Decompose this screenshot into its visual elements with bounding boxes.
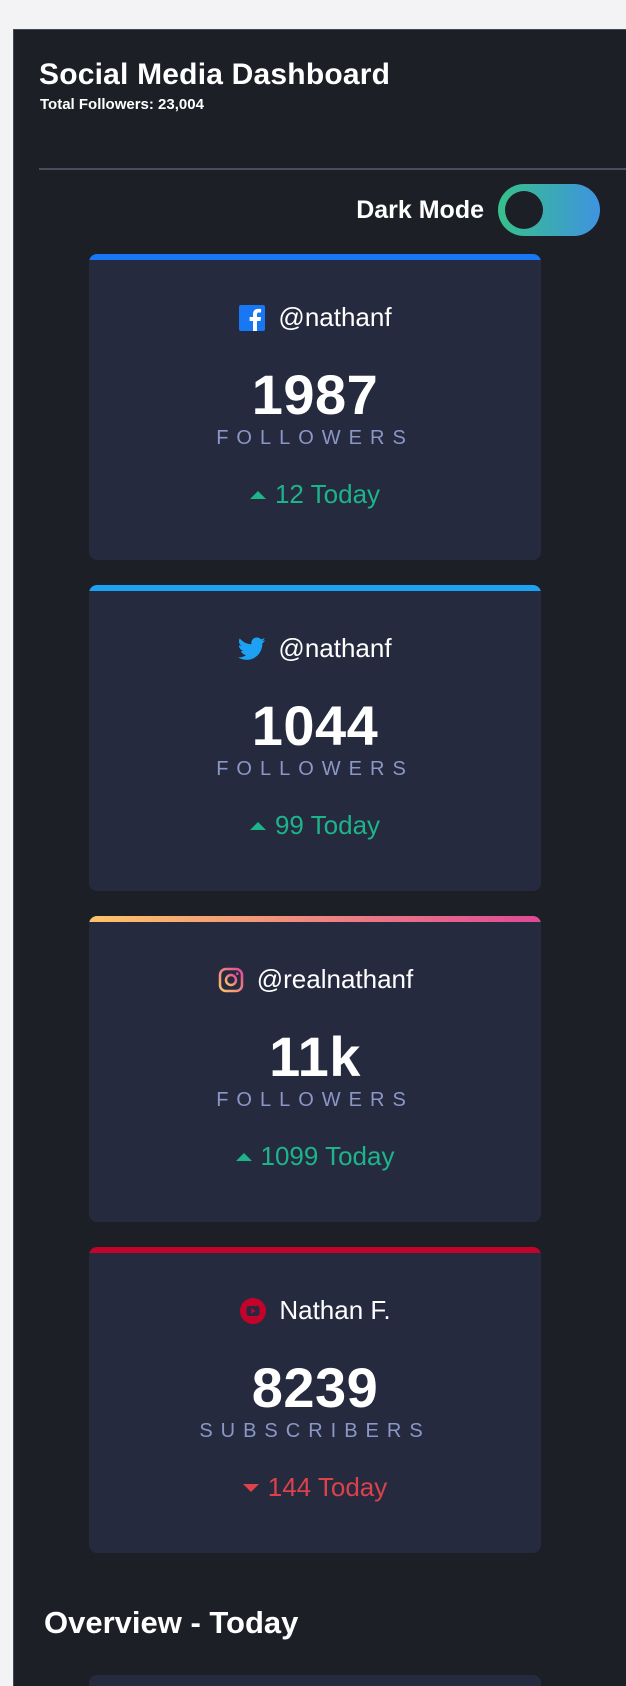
card-count: 8239 xyxy=(251,1356,379,1419)
dark-mode-toggle-row: Dark Mode xyxy=(356,184,600,236)
arrow-up-icon xyxy=(249,490,266,499)
card-count: 11k xyxy=(269,1025,361,1088)
card-unit: FOLLOWERS xyxy=(216,758,414,780)
card-unit: FOLLOWERS xyxy=(216,427,414,449)
card-unit: FOLLOWERS xyxy=(216,1089,414,1111)
card-accent-bar xyxy=(89,1247,541,1253)
card-handle-text: Nathan F. xyxy=(279,1295,391,1325)
facebook-icon xyxy=(238,304,266,332)
overview-card[interactable] xyxy=(89,1675,541,1686)
card-unit: SUBSCRIBERS xyxy=(199,1420,431,1442)
youtube-icon xyxy=(239,1297,267,1325)
header-divider xyxy=(39,168,626,170)
card-youtube[interactable]: Nathan F. 8239 SUBSCRIBERS 144 Today xyxy=(89,1247,541,1553)
card-count: 1987 xyxy=(251,363,379,426)
card-change-text: 144 Today xyxy=(267,1472,388,1502)
dark-mode-label: Dark Mode xyxy=(356,195,484,224)
card-accent-bar xyxy=(89,254,541,260)
card-accent-bar xyxy=(89,585,541,591)
card-change-text: 12 Today xyxy=(274,479,381,509)
card-handle: @nathanf xyxy=(89,302,541,333)
twitter-icon xyxy=(238,635,266,663)
card-change: 99 Today xyxy=(89,810,541,841)
arrow-up-icon xyxy=(235,1152,252,1161)
card-change-text: 1099 Today xyxy=(260,1141,395,1171)
card-handle-text: @realnathanf xyxy=(256,964,414,994)
arrow-down-icon xyxy=(242,1483,259,1492)
card-accent-bar xyxy=(89,916,541,922)
card-change: 12 Today xyxy=(89,479,541,510)
total-followers: Total Followers: 23,004 xyxy=(40,96,204,113)
card-handle-text: @nathanf xyxy=(278,633,392,663)
card-change: 1099 Today xyxy=(89,1141,541,1172)
instagram-icon xyxy=(217,966,245,994)
card-change: 144 Today xyxy=(89,1472,541,1503)
card-handle: @realnathanf xyxy=(89,964,541,995)
arrow-up-icon xyxy=(249,821,266,830)
overview-title: Overview - Today xyxy=(44,1605,299,1640)
app-frame: Social Media Dashboard Total Followers: … xyxy=(13,29,626,1686)
card-count: 1044 xyxy=(251,694,379,757)
card-twitter[interactable]: @nathanf 1044 FOLLOWERS 99 Today xyxy=(89,585,541,891)
toggle-knob xyxy=(505,191,543,229)
card-facebook[interactable]: @nathanf 1987 FOLLOWERS 12 Today xyxy=(89,254,541,560)
dark-mode-toggle[interactable] xyxy=(498,184,600,236)
page-title: Social Media Dashboard xyxy=(39,58,391,91)
card-handle: Nathan F. xyxy=(89,1295,541,1326)
card-handle: @nathanf xyxy=(89,633,541,664)
card-change-text: 99 Today xyxy=(274,810,381,840)
card-instagram[interactable]: @realnathanf 11k FOLLOWERS 1099 Today xyxy=(89,916,541,1222)
card-handle-text: @nathanf xyxy=(278,302,392,332)
